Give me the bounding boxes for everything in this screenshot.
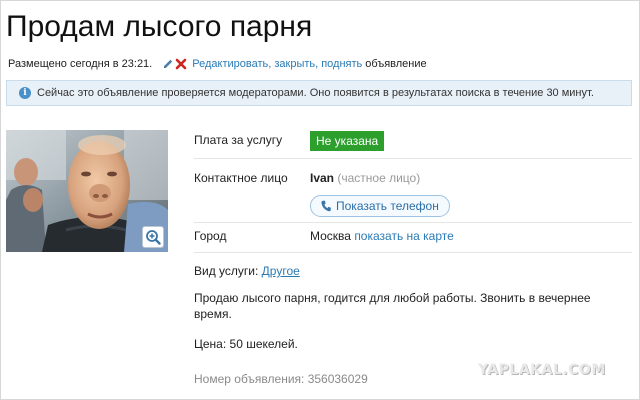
price-badge: Не указана (310, 131, 385, 151)
ad-number: Номер объявления: 356036029 (194, 372, 368, 386)
city-value-row: Москва показать на карте (310, 229, 454, 243)
service-label: Вид услуги: (194, 264, 259, 278)
site-watermark: YAPLAKAL.COM (478, 362, 606, 378)
contact-type: (частное лицо) (337, 171, 421, 185)
ad-title: Продам лысого парня (6, 10, 313, 43)
ad-description: Продаю лысого парня, годится для любой р… (194, 290, 594, 352)
contact-label: Контактное лицо (194, 171, 288, 185)
zoom-photo-button[interactable] (142, 226, 164, 248)
phone-icon (321, 200, 331, 212)
close-icon[interactable] (175, 58, 187, 70)
divider (194, 252, 632, 253)
city-label: Город (194, 229, 227, 243)
magnifier-plus-icon (143, 230, 163, 251)
actions-suffix: объявление (365, 58, 427, 70)
price-label: Плата за услугу (194, 133, 283, 147)
pencil-icon[interactable] (162, 58, 174, 70)
divider (194, 158, 632, 159)
notice-text: Сейчас это объявление проверяется модера… (37, 87, 594, 99)
edit-close-raise-link[interactable]: Редактировать, закрыть, поднять (192, 58, 362, 70)
show-phone-button[interactable]: Показать телефон (310, 195, 450, 217)
posted-date: Размещено сегодня в 23:21. (8, 58, 153, 70)
service-row: Вид услуги: Другое (194, 264, 300, 278)
info-icon: i (19, 87, 31, 99)
ad-meta-row: Размещено сегодня в 23:21. Редактировать… (8, 58, 427, 70)
contact-name: Ivan (310, 171, 335, 185)
service-category-link[interactable]: Другое (262, 264, 300, 278)
price-line: Цена: 50 шекелей. (194, 337, 298, 351)
contact-value: Ivan (частное лицо) (310, 171, 420, 185)
description-text: Продаю лысого парня, годится для любой р… (194, 291, 591, 321)
city-value: Москва (310, 229, 351, 243)
divider (194, 222, 632, 223)
moderation-notice: i Сейчас это объявление проверяется моде… (6, 80, 632, 106)
show-on-map-link[interactable]: показать на карте (354, 229, 454, 243)
show-phone-label: Показать телефон (336, 199, 439, 213)
